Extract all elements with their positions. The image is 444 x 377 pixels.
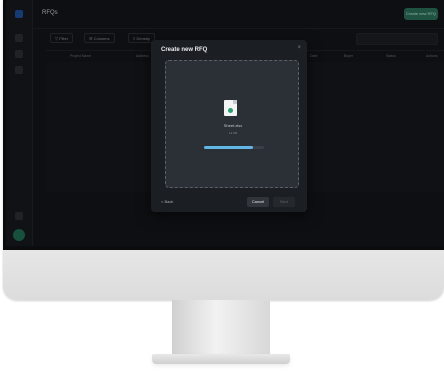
file-name: Sheet.xlsx xyxy=(223,123,243,128)
next-button[interactable]: Next xyxy=(273,197,295,207)
file-size: 12 KB xyxy=(228,131,238,135)
upload-progress-bar xyxy=(204,146,264,149)
spreadsheet-file-icon xyxy=(224,100,237,116)
cancel-button[interactable]: Cancel xyxy=(247,197,269,207)
file-drop-zone[interactable]: Sheet.xlsx 12 KB xyxy=(165,60,299,188)
upload-progress-fill xyxy=(204,146,254,149)
create-rfq-dialog: Create new RFQ × Sheet.xlsx 12 KB < Back… xyxy=(151,40,307,212)
back-link[interactable]: < Back xyxy=(161,199,173,204)
monitor-stand-foot xyxy=(152,354,290,364)
screen: RFQs Create new RFQ ▽ Filter ☰ Columns ≡… xyxy=(6,0,444,246)
file-type-dot xyxy=(228,108,233,113)
monitor-chin xyxy=(3,250,444,300)
close-icon[interactable]: × xyxy=(297,45,301,51)
dialog-title: Create new RFQ xyxy=(161,47,208,53)
monitor-stand-neck xyxy=(172,300,270,356)
